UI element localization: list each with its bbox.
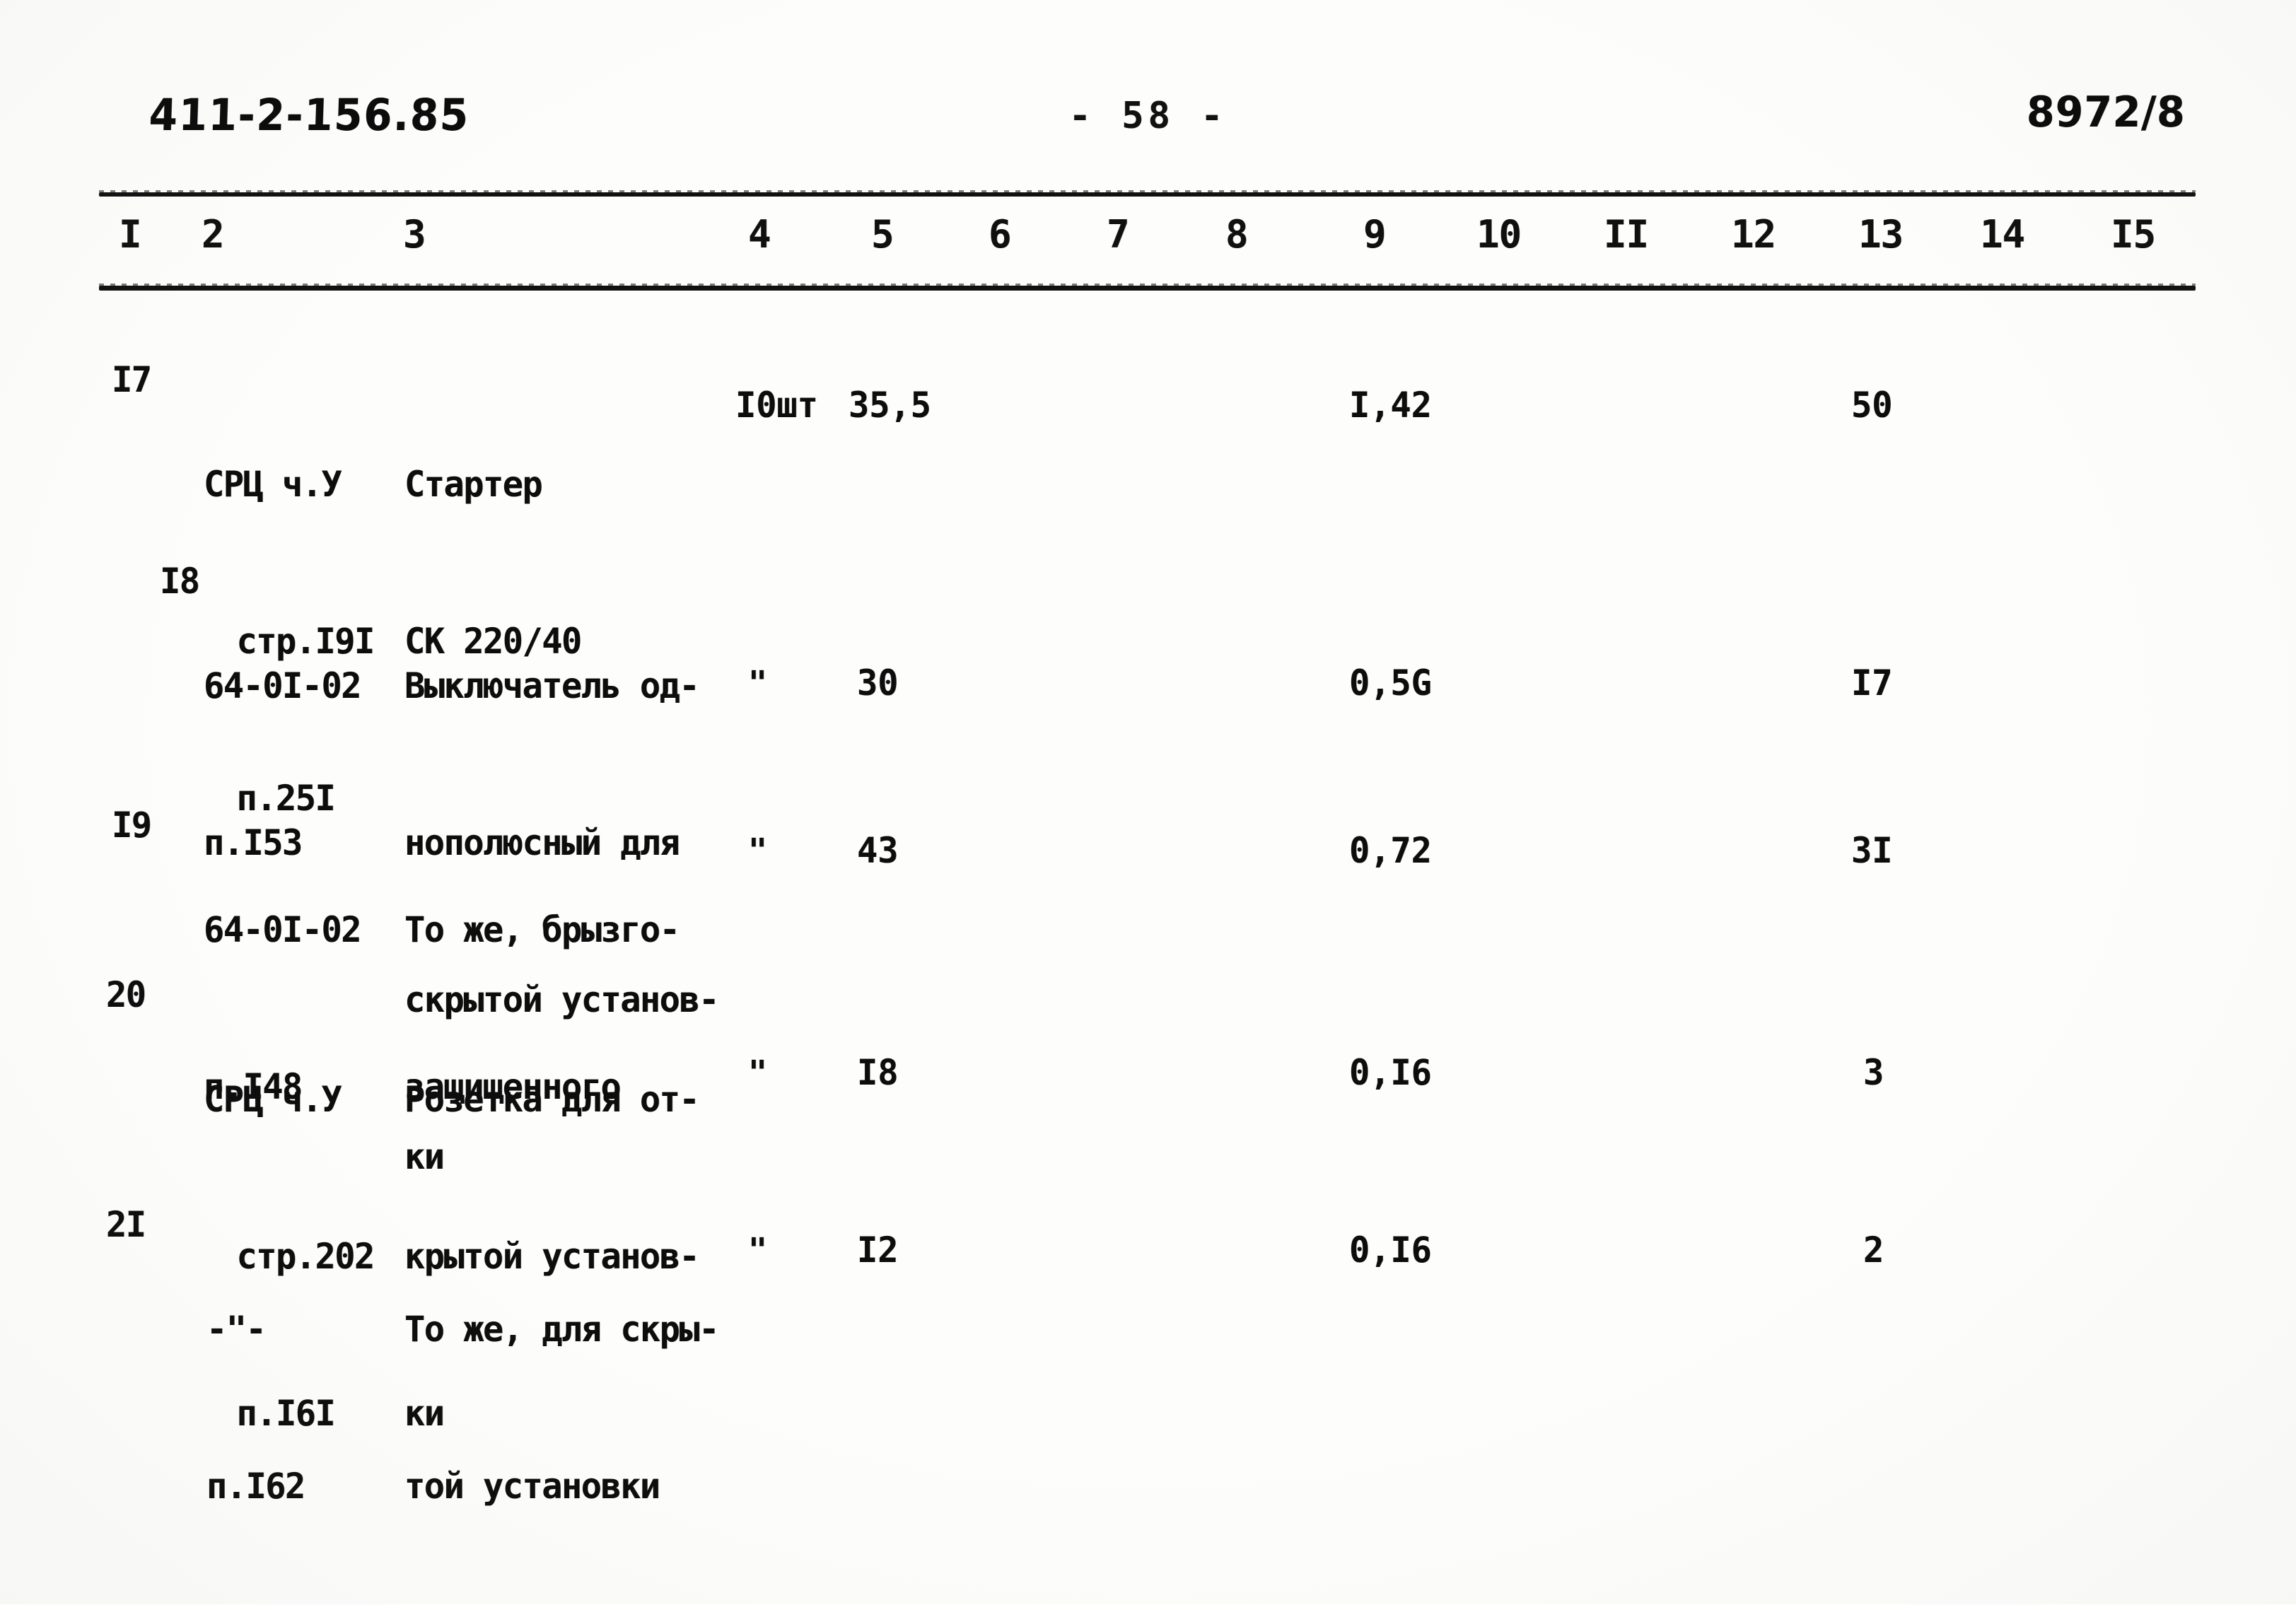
column-number-10: 10 (1476, 212, 1522, 257)
row-number: I8 (160, 561, 200, 602)
sheet-code: 8972/8 (2026, 88, 2186, 137)
column-number-9: 9 (1363, 212, 1387, 257)
column-number-6: 6 (989, 212, 1012, 257)
row-value-col4: " (748, 1053, 767, 1092)
row-value-col4: " (748, 831, 767, 870)
row-value-col5: I2 (857, 1230, 899, 1271)
row-value-col9: 0,I6 (1349, 1230, 1432, 1271)
row-value-col5: 30 (857, 662, 899, 704)
row-value-col9: 0,72 (1349, 830, 1432, 871)
row-value-col13: 3 (1863, 1052, 1884, 1093)
table-rule-top (99, 190, 2196, 197)
row-value-col13: 50 (1851, 385, 1893, 426)
row-value-col4: " (748, 1231, 767, 1269)
column-number-2: 2 (202, 212, 225, 257)
table-body: I7 СРЦ ч.У стр.I9I п.25I Стартер СК 220/… (0, 304, 2296, 1507)
row-value-col13: 3I (1851, 830, 1893, 871)
row-value-col9: 0,I6 (1349, 1052, 1432, 1093)
column-number-11: II (1604, 212, 1649, 257)
row-value-col5: I8 (857, 1052, 899, 1093)
row-value-col4: " (748, 664, 767, 702)
row-value-col13: I7 (1851, 662, 1893, 704)
column-number-8: 8 (1225, 212, 1249, 257)
column-number-15: I5 (2111, 212, 2156, 257)
column-number-5: 5 (871, 212, 894, 257)
row-number: 20 (106, 974, 146, 1015)
row-value-col4: I0шт (735, 385, 818, 426)
row-value-col9: I,42 (1349, 385, 1432, 426)
row-number: I9 (112, 805, 152, 846)
column-number-7: 7 (1107, 212, 1130, 257)
row-value-col5: 43 (857, 830, 899, 871)
column-number-1: I (119, 212, 142, 257)
column-number-3: 3 (403, 212, 426, 257)
row-reference: -"- п.I62 (206, 1309, 305, 1507)
column-number-4: 4 (748, 212, 771, 257)
column-number-13: 13 (1858, 212, 1904, 257)
row-number: I7 (112, 359, 152, 400)
table-rule-bottom (99, 284, 2196, 291)
column-number-row: I 2 3 4 5 6 7 8 9 10 II 12 13 14 I5 (0, 212, 2296, 280)
page-number: - 58 - (1068, 95, 1228, 137)
row-value-col9: 0,5G (1349, 662, 1432, 704)
column-number-14: 14 (1980, 212, 2025, 257)
scanned-document-page: 411-2-156.85 - 58 - 8972/8 I 2 3 4 5 6 7… (0, 0, 2296, 1604)
column-number-12: 12 (1731, 212, 1776, 257)
page-header: 411-2-156.85 - 58 - 8972/8 (0, 76, 2296, 161)
row-value-col13: 2 (1863, 1230, 1884, 1271)
row-number: 2I (106, 1204, 146, 1245)
row-value-col5: 35,5 (849, 385, 931, 426)
row-description: То же, для скры- той установки (404, 1309, 719, 1507)
